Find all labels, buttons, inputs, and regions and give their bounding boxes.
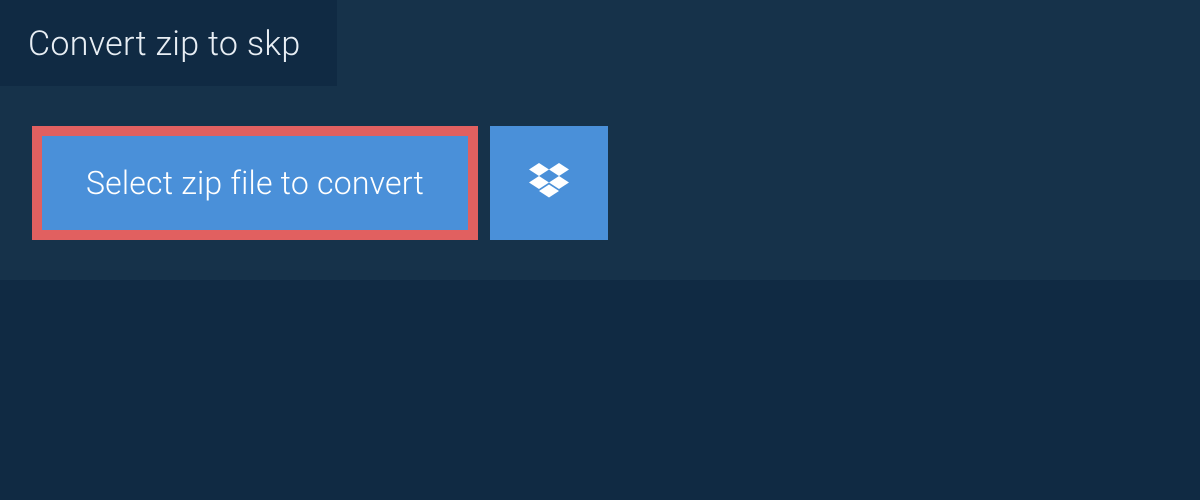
action-row: Select zip file to convert (32, 126, 1200, 240)
dropbox-button[interactable] (490, 126, 608, 240)
dropbox-icon (529, 163, 569, 203)
select-file-label: Select zip file to convert (86, 164, 424, 202)
tab-convert[interactable]: Convert zip to skp (0, 0, 337, 86)
select-file-button[interactable]: Select zip file to convert (32, 126, 478, 240)
converter-panel: Convert zip to skp Select zip file to co… (0, 0, 1200, 280)
tab-label: Convert zip to skp (28, 24, 301, 64)
